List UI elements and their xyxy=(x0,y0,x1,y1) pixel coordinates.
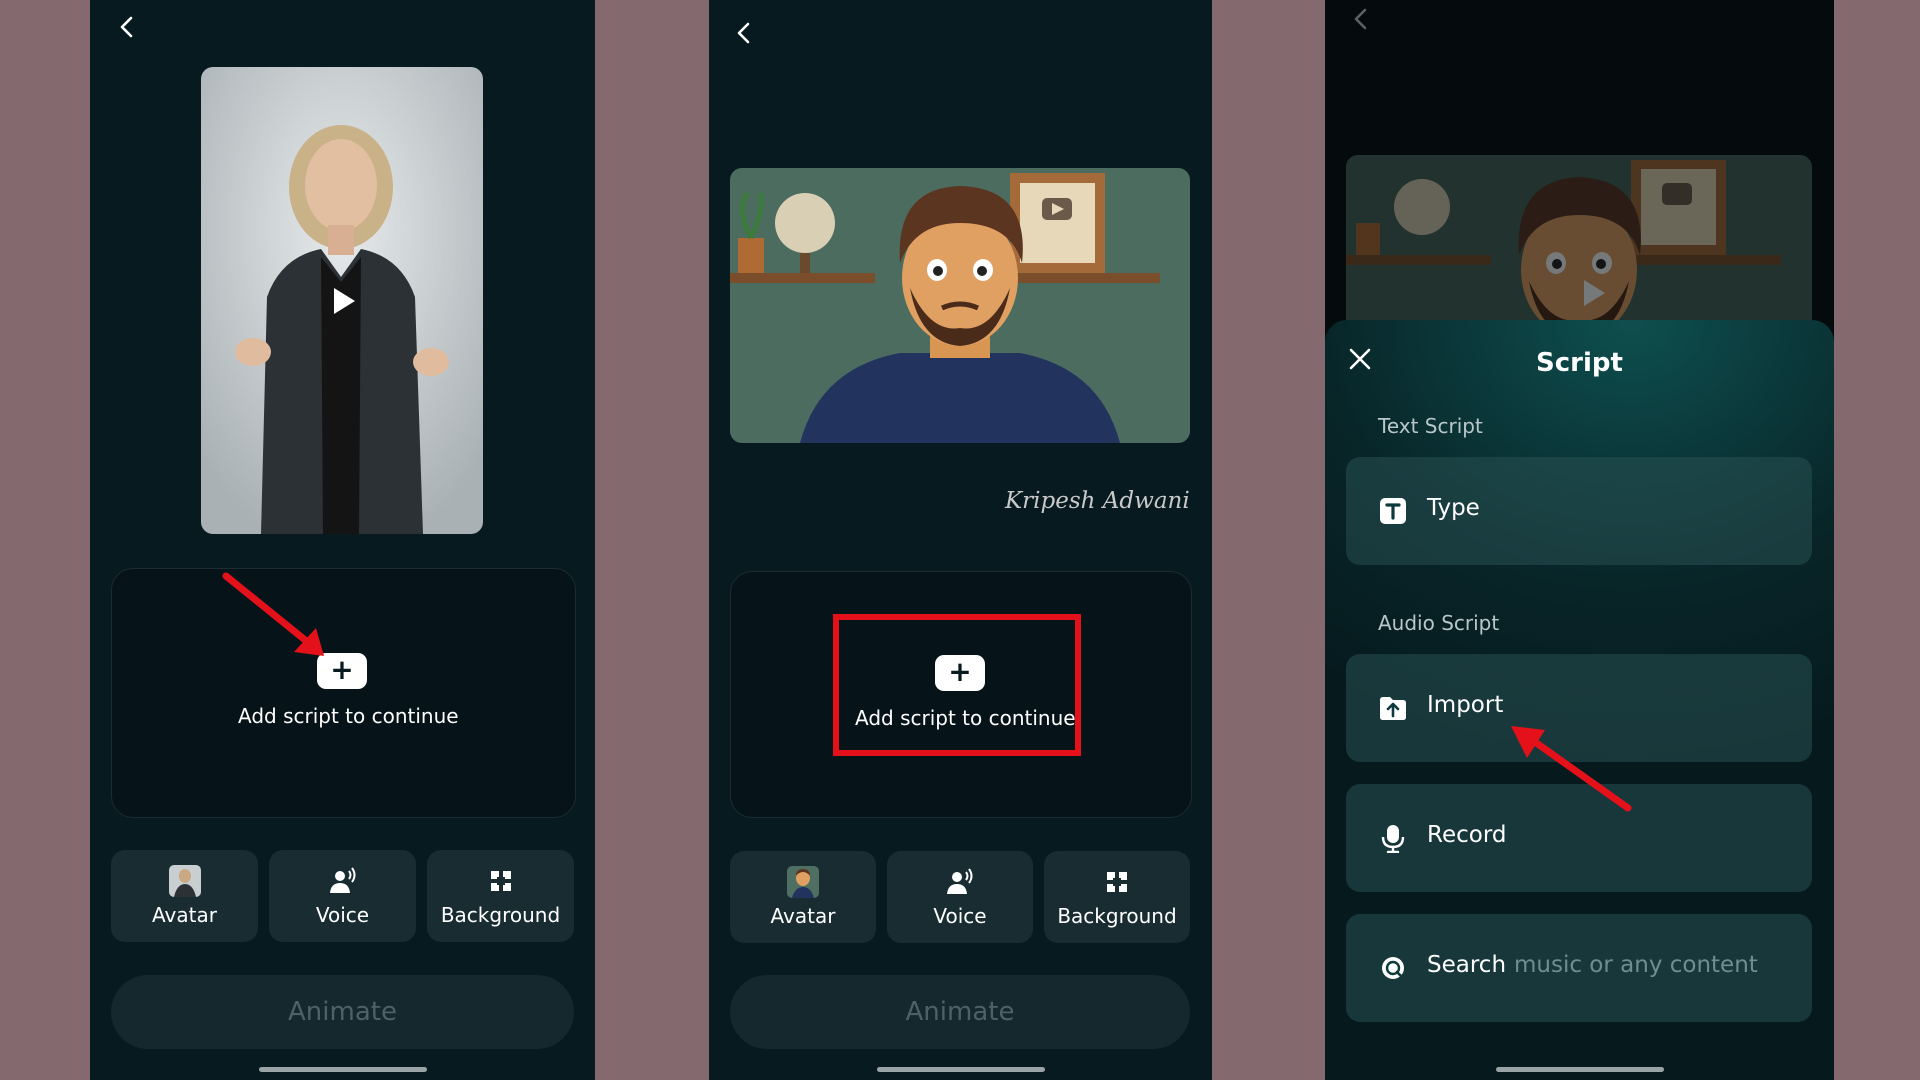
microphone-icon xyxy=(1378,823,1408,854)
search-content-button[interactable]: Search music or any content xyxy=(1346,914,1812,1022)
plus-icon: + xyxy=(330,653,354,686)
animate-button[interactable]: Animate xyxy=(730,975,1190,1049)
play-icon[interactable] xyxy=(322,281,362,321)
background-icon xyxy=(1101,866,1133,898)
home-indicator xyxy=(876,1067,1045,1072)
cartoon-man-image xyxy=(1346,155,1812,345)
play-icon xyxy=(1572,273,1612,313)
background-icon xyxy=(485,865,517,897)
search-icon xyxy=(1378,953,1408,983)
background-label: Background xyxy=(440,903,561,927)
avatar-label: Avatar xyxy=(770,904,836,928)
add-script-label: Add script to continue xyxy=(238,704,459,728)
back-arrow-icon[interactable] xyxy=(113,12,143,42)
back-arrow-icon[interactable] xyxy=(1347,4,1377,34)
type-script-button[interactable]: Type xyxy=(1346,457,1812,565)
avatar-thumbnail-icon xyxy=(168,865,201,897)
avatar-thumbnail-icon xyxy=(787,866,819,898)
animate-button[interactable]: Animate xyxy=(111,975,574,1049)
avatar-option[interactable]: Avatar xyxy=(111,850,258,942)
avatar-label: Avatar xyxy=(152,903,217,927)
sheet-title: Script xyxy=(1536,348,1623,378)
audio-script-label: Audio Script xyxy=(1378,611,1500,635)
search-placeholder: music or any content xyxy=(1514,952,1758,978)
record-audio-button[interactable]: Record xyxy=(1346,784,1812,892)
phone-screen-3: Script Text Script Type Audio Script Imp… xyxy=(1325,0,1834,1080)
home-indicator xyxy=(258,1067,427,1072)
text-script-label: Text Script xyxy=(1378,414,1483,438)
voice-label: Voice xyxy=(315,903,370,927)
text-type-icon xyxy=(1378,496,1408,526)
import-label: Import xyxy=(1427,692,1504,718)
voice-option[interactable]: Voice xyxy=(269,850,416,942)
avatar-option[interactable]: Avatar xyxy=(730,851,876,943)
add-script-button[interactable]: + xyxy=(317,653,367,689)
signature-watermark: Kripesh Adwani xyxy=(1005,488,1190,514)
cartoon-man-image xyxy=(730,168,1190,443)
background-option[interactable]: Background xyxy=(1044,851,1190,943)
search-label: Search xyxy=(1427,952,1507,978)
avatar-video-preview[interactable] xyxy=(201,67,483,534)
voice-icon xyxy=(327,865,359,897)
folder-upload-icon xyxy=(1378,693,1408,723)
record-label: Record xyxy=(1427,822,1507,848)
import-audio-button[interactable]: Import xyxy=(1346,654,1812,762)
voice-label: Voice xyxy=(933,904,987,928)
cartoon-avatar-preview[interactable] xyxy=(730,168,1190,443)
cartoon-avatar-preview-dimmed xyxy=(1346,155,1812,345)
voice-option[interactable]: Voice xyxy=(887,851,1033,943)
type-label: Type xyxy=(1427,495,1480,521)
red-highlight-box xyxy=(833,614,1081,756)
phone-screen-1: + Add script to continue Avatar Voice Ba… xyxy=(90,0,595,1080)
voice-icon xyxy=(944,866,976,898)
back-arrow-icon[interactable] xyxy=(730,18,760,48)
background-option[interactable]: Background xyxy=(427,850,574,942)
background-label: Background xyxy=(1057,904,1177,928)
phone-screen-2: Kripesh Adwani + Add script to continue … xyxy=(709,0,1212,1080)
script-bottom-sheet: Script Text Script Type Audio Script Imp… xyxy=(1325,320,1834,1080)
add-script-box[interactable]: + Add script to continue xyxy=(111,568,576,818)
home-indicator xyxy=(1495,1067,1664,1072)
